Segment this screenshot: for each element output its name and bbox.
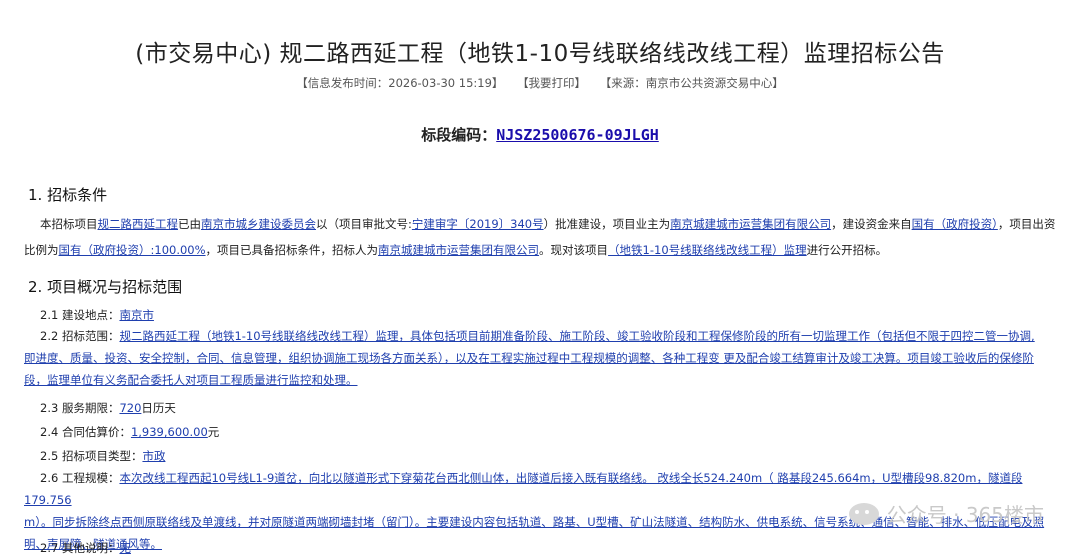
scope-link-3[interactable]: 段，监理单位有义务配合委托人对项目工程质量进行监控和处理。 [24,373,358,387]
label: 2.2 招标范围： [40,329,120,343]
text: 进行公开招标。 [806,243,888,257]
project-name-link[interactable]: 规二路西延工程 [98,217,179,231]
item-2-3: 2.3 服务期限：720日历天 [24,400,176,416]
tender-project-link[interactable]: （地铁1-10号线联络线改线工程）监理 [608,243,807,257]
watermark: 公众号 · 365楼市 [848,499,1044,528]
label: 2.1 建设地点： [40,308,120,322]
scope-link[interactable]: 规二路西延工程（地铁1-10号线联络线改线工程）监理，具体包括项目前期准备阶段、… [119,329,1034,343]
section-1-paragraph: 本招标项目规二路西延工程已由南京市城乡建设委员会以（项目审批文号:宁建审字〔20… [24,211,1056,263]
text: 以（项目审批文号: [316,217,412,231]
project-type-link[interactable]: 市政 [142,449,165,463]
print-link[interactable]: 【我要打印】 [517,76,586,90]
section-2-heading: 2. 项目概况与招标范围 [28,278,183,296]
watermark-text: 公众号 · 365楼市 [886,503,1044,527]
label: 2.7 其他说明： [40,541,120,555]
label: 2.3 服务期限： [40,401,120,415]
fund-ratio-link[interactable]: 国有（政府投资）:100.00% [59,243,206,257]
item-2-1: 2.1 建设地点：南京市 [24,307,154,323]
approval-doc-link[interactable]: 宁建审字〔2019〕340号 [412,217,544,231]
other-notes-link[interactable]: 无 [119,541,131,555]
tenderer-link[interactable]: 南京城建城市运营集团有限公司 [378,243,539,257]
unit: 日历天 [141,401,176,415]
owner-link[interactable]: 南京城建城市运营集团有限公司 [670,217,831,231]
text: ，项目出资 [997,217,1056,231]
text: ，项目已具备招标条件，招标人为 [205,243,379,257]
text: 本招标项目 [40,217,98,231]
approver-link[interactable]: 南京市城乡建设委员会 [201,217,316,231]
fund-source-link[interactable]: 国有（政府投资） [912,217,998,231]
text: ）批准建设，项目业主为 [543,217,671,231]
location-link[interactable]: 南京市 [119,308,154,322]
period-link[interactable]: 720 [119,401,141,415]
label: 2.4 合同估算价： [40,425,131,439]
page-title: (市交易中心) 规二路西延工程（地铁1-10号线联络线改线工程）监理招标公告 [135,41,945,67]
text: 。现对该项目 [539,243,609,257]
publish-meta: 【信息发布时间：2026-03-30 15:19】 【我要打印】 【来源：南京市… [0,75,1080,91]
section-code: 标段编码：NJSZ2500676-09JLGH [0,124,1080,145]
unit: 元 [207,425,220,439]
text: ，建设资金来自 [831,217,912,231]
item-2-2: 2.2 招标范围：规二路西延工程（地铁1-10号线联络线改线工程）监理，具体包括… [24,325,1056,391]
scope-link-2[interactable]: 即进度、质量、投资、安全控制，合同、信息管理，组织协调施工现场各方面关系），以及… [24,351,1034,365]
text: 已由 [178,217,201,231]
text: 比例为 [24,243,59,257]
item-2-4: 2.4 合同估算价：1,939,600.00元 [24,424,219,440]
label: 2.5 招标项目类型： [40,449,143,463]
label: 2.6 工程规模： [40,471,120,485]
item-2-5: 2.5 招标项目类型：市政 [24,448,165,464]
section-code-label: 标段编码： [421,126,497,144]
section-1-heading: 1. 招标条件 [28,186,108,204]
wechat-icon [848,502,879,525]
section-code-link[interactable]: NJSZ2500676-09JLGH [496,126,659,144]
publish-time: 【信息发布时间：2026-03-30 15:19】 [296,76,504,90]
source-info: 【来源：南京市公共资源交易中心】 [599,76,784,90]
price-link[interactable]: 1,939,600.00 [131,425,208,439]
